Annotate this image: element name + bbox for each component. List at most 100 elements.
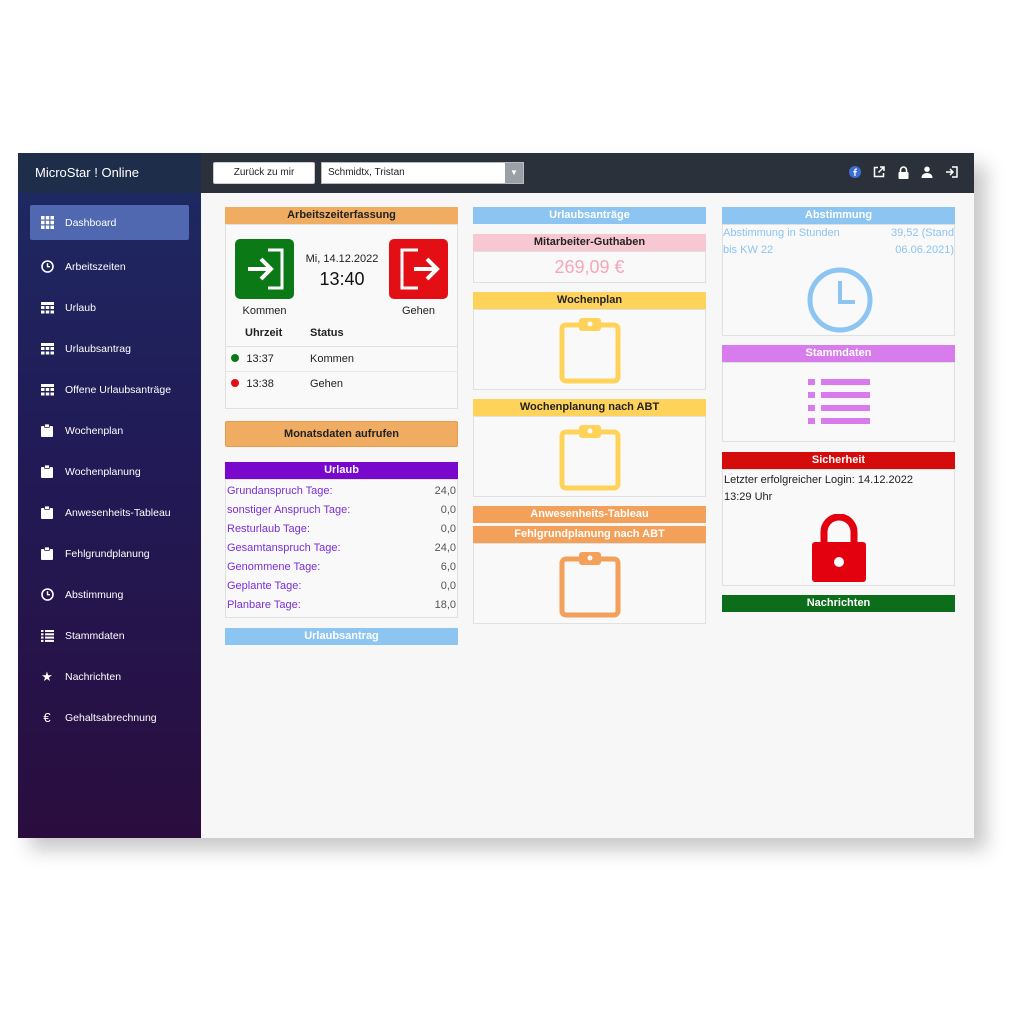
euro-icon: €: [43, 710, 51, 725]
sidebar-item-label: Urlaub: [65, 301, 96, 314]
fehlgrund-panel[interactable]: [473, 543, 706, 624]
clipboard-icon: [559, 317, 620, 383]
monatsdaten-button[interactable]: Monatsdaten aufrufen: [225, 421, 458, 447]
sidebar-item-label: Anwesenheits-Tableau: [65, 506, 171, 519]
wochenplanung-panel[interactable]: [473, 416, 706, 497]
status-dot-green: [231, 353, 239, 362]
guthaben-value: 269,09 €: [473, 251, 706, 283]
clipboard-icon: [559, 551, 620, 617]
sign-out-icon: [400, 248, 440, 290]
sidebar-item-label: Abstimmung: [65, 588, 124, 601]
star-icon: ★: [41, 668, 53, 684]
list-item: Grundanspruch Tage: 24,0: [227, 485, 456, 497]
sicherheit-header[interactable]: Sicherheit: [722, 452, 955, 469]
column-middle: Urlaubsanträge Mitarbeiter-Guthaben 269,…: [473, 207, 706, 624]
nachrichten-header[interactable]: Nachrichten: [722, 595, 955, 612]
user-icon[interactable]: [920, 164, 934, 180]
urlaub-header: Urlaub: [225, 462, 458, 479]
sidebar-item-fehlgrundplanung[interactable]: Fehlgrundplanung: [30, 533, 189, 574]
abstimmung-value: 39,52 (Stand: [891, 227, 954, 239]
lock-icon: [812, 514, 866, 582]
sidebar-item-abstimmung[interactable]: Abstimmung: [30, 574, 189, 615]
abstimmung-week: bis KW 22: [723, 244, 774, 256]
clipboard-icon: [40, 506, 54, 520]
sidebar-item-wochenplan[interactable]: Wochenplan: [30, 410, 189, 451]
sidebar-item-anwesenheits-tableau[interactable]: Anwesenheits-Tableau: [30, 492, 189, 533]
clock-icon: [40, 588, 54, 602]
last-login-time: 13:29 Uhr: [724, 491, 773, 503]
sidebar-item-label: Gehaltsabrechnung: [65, 711, 157, 724]
row-time: 13:38: [240, 370, 304, 396]
stammdaten-header[interactable]: Stammdaten: [722, 345, 955, 362]
back-to-me-button[interactable]: Zurück zu mir: [213, 162, 315, 184]
sidebar-item-nachrichten[interactable]: ★ Nachrichten: [30, 656, 189, 697]
arbeitszeit-header: Arbeitszeiterfassung: [225, 207, 458, 224]
col-status: Status: [304, 321, 457, 347]
sidebar-item-urlaubsantrag[interactable]: Urlaubsantrag: [30, 328, 189, 369]
list-icon: [807, 379, 870, 424]
table-row: 13:38 Gehen: [226, 370, 457, 396]
clock-icon: [40, 260, 54, 274]
guthaben-header: Mitarbeiter-Guthaben: [473, 234, 706, 251]
fehlgrund-header[interactable]: Fehlgrundplanung nach ABT: [473, 526, 706, 543]
sidebar-item-urlaub[interactable]: Urlaub: [30, 287, 189, 328]
sidebar-item-gehaltsabrechnung[interactable]: € Gehaltsabrechnung: [30, 697, 189, 738]
app-window: MicroStar ! Online Dashboard Arbeitszeit…: [18, 153, 974, 838]
sidebar-item-label: Urlaubsantrag: [65, 342, 131, 355]
sidebar-item-dashboard[interactable]: Dashboard: [30, 205, 189, 240]
kommen-button[interactable]: [235, 239, 294, 299]
abstimmung-panel: Abstimmung in Stunden 39,52 (Stand bis K…: [722, 224, 955, 336]
abstimmung-date: 06.06.2021): [895, 244, 954, 256]
calendar-icon: [40, 383, 54, 397]
kommen-label: Kommen: [242, 305, 287, 317]
facebook-icon[interactable]: [848, 164, 862, 180]
anwesenheit-header[interactable]: Anwesenheits-Tableau: [473, 506, 706, 523]
top-icons: [848, 164, 958, 180]
sidebar-item-wochenplanung[interactable]: Wochenplanung: [30, 451, 189, 492]
list-icon: [40, 629, 54, 643]
table-row: 13:37 Kommen: [226, 345, 457, 371]
stamp-table: Uhrzeit Status 13:37 Kommen 13:38 Gehen: [226, 321, 457, 396]
sidebar-item-label: Stammdaten: [65, 629, 125, 642]
user-select-value: Schmidtx, Tristan: [328, 167, 405, 178]
urlaubsantrag-header[interactable]: Urlaubsantrag: [225, 628, 458, 645]
external-link-icon[interactable]: [872, 164, 886, 180]
calendar-icon: [40, 301, 54, 315]
sign-in-icon: [247, 248, 283, 290]
sidebar-nav: Dashboard Arbeitszeiten Urlaub Urlaubsan…: [30, 205, 189, 738]
logout-icon[interactable]: [944, 164, 958, 180]
clipboard-icon: [40, 424, 54, 438]
status-dot-red: [231, 378, 239, 387]
sidebar: MicroStar ! Online Dashboard Arbeitszeit…: [18, 153, 201, 838]
clock-in-out-area: Kommen Mi, 14.12.2022 13:40 Gehen: [226, 225, 457, 321]
sidebar-item-arbeitszeiten[interactable]: Arbeitszeiten: [30, 246, 189, 287]
stammdaten-panel[interactable]: [722, 362, 955, 442]
list-item: Resturlaub Tage: 0,0: [227, 523, 456, 535]
wochenplanung-header[interactable]: Wochenplanung nach ABT: [473, 399, 706, 416]
list-item: Planbare Tage: 18,0: [227, 599, 456, 611]
urlaub-panel: Grundanspruch Tage: 24,0 sonstiger Anspru…: [225, 479, 458, 618]
clipboard-icon: [40, 465, 54, 479]
gehen-button[interactable]: [389, 239, 448, 299]
col-uhrzeit: Uhrzeit: [226, 321, 304, 347]
row-time: 13:37: [240, 345, 304, 371]
clipboard-icon: [40, 547, 54, 561]
chevron-down-icon[interactable]: ▼: [505, 163, 523, 183]
list-item: Genommene Tage: 6,0: [227, 561, 456, 573]
abstimmung-header[interactable]: Abstimmung: [722, 207, 955, 224]
sidebar-item-label: Wochenplanung: [65, 465, 141, 478]
urlaubsantraege-header[interactable]: Urlaubsanträge: [473, 207, 706, 224]
last-login-label: Letzter erfolgreicher Login: 14.12.2022: [724, 474, 913, 486]
sidebar-item-stammdaten[interactable]: Stammdaten: [30, 615, 189, 656]
sidebar-item-label: Wochenplan: [65, 424, 124, 437]
sidebar-item-label: Dashboard: [65, 216, 117, 229]
sidebar-item-offene-urlaubsantraege[interactable]: Offene Urlaubsanträge: [30, 369, 189, 410]
lock-icon[interactable]: [896, 164, 910, 180]
sidebar-item-label: Arbeitszeiten: [65, 260, 126, 273]
current-date: Mi, 14.12.2022: [305, 253, 379, 265]
wochenplan-panel[interactable]: [473, 309, 706, 390]
row-status: Gehen: [304, 370, 457, 396]
wochenplan-header[interactable]: Wochenplan: [473, 292, 706, 309]
grid-icon: [40, 216, 54, 230]
user-select[interactable]: Schmidtx, Tristan ▼: [321, 162, 524, 184]
